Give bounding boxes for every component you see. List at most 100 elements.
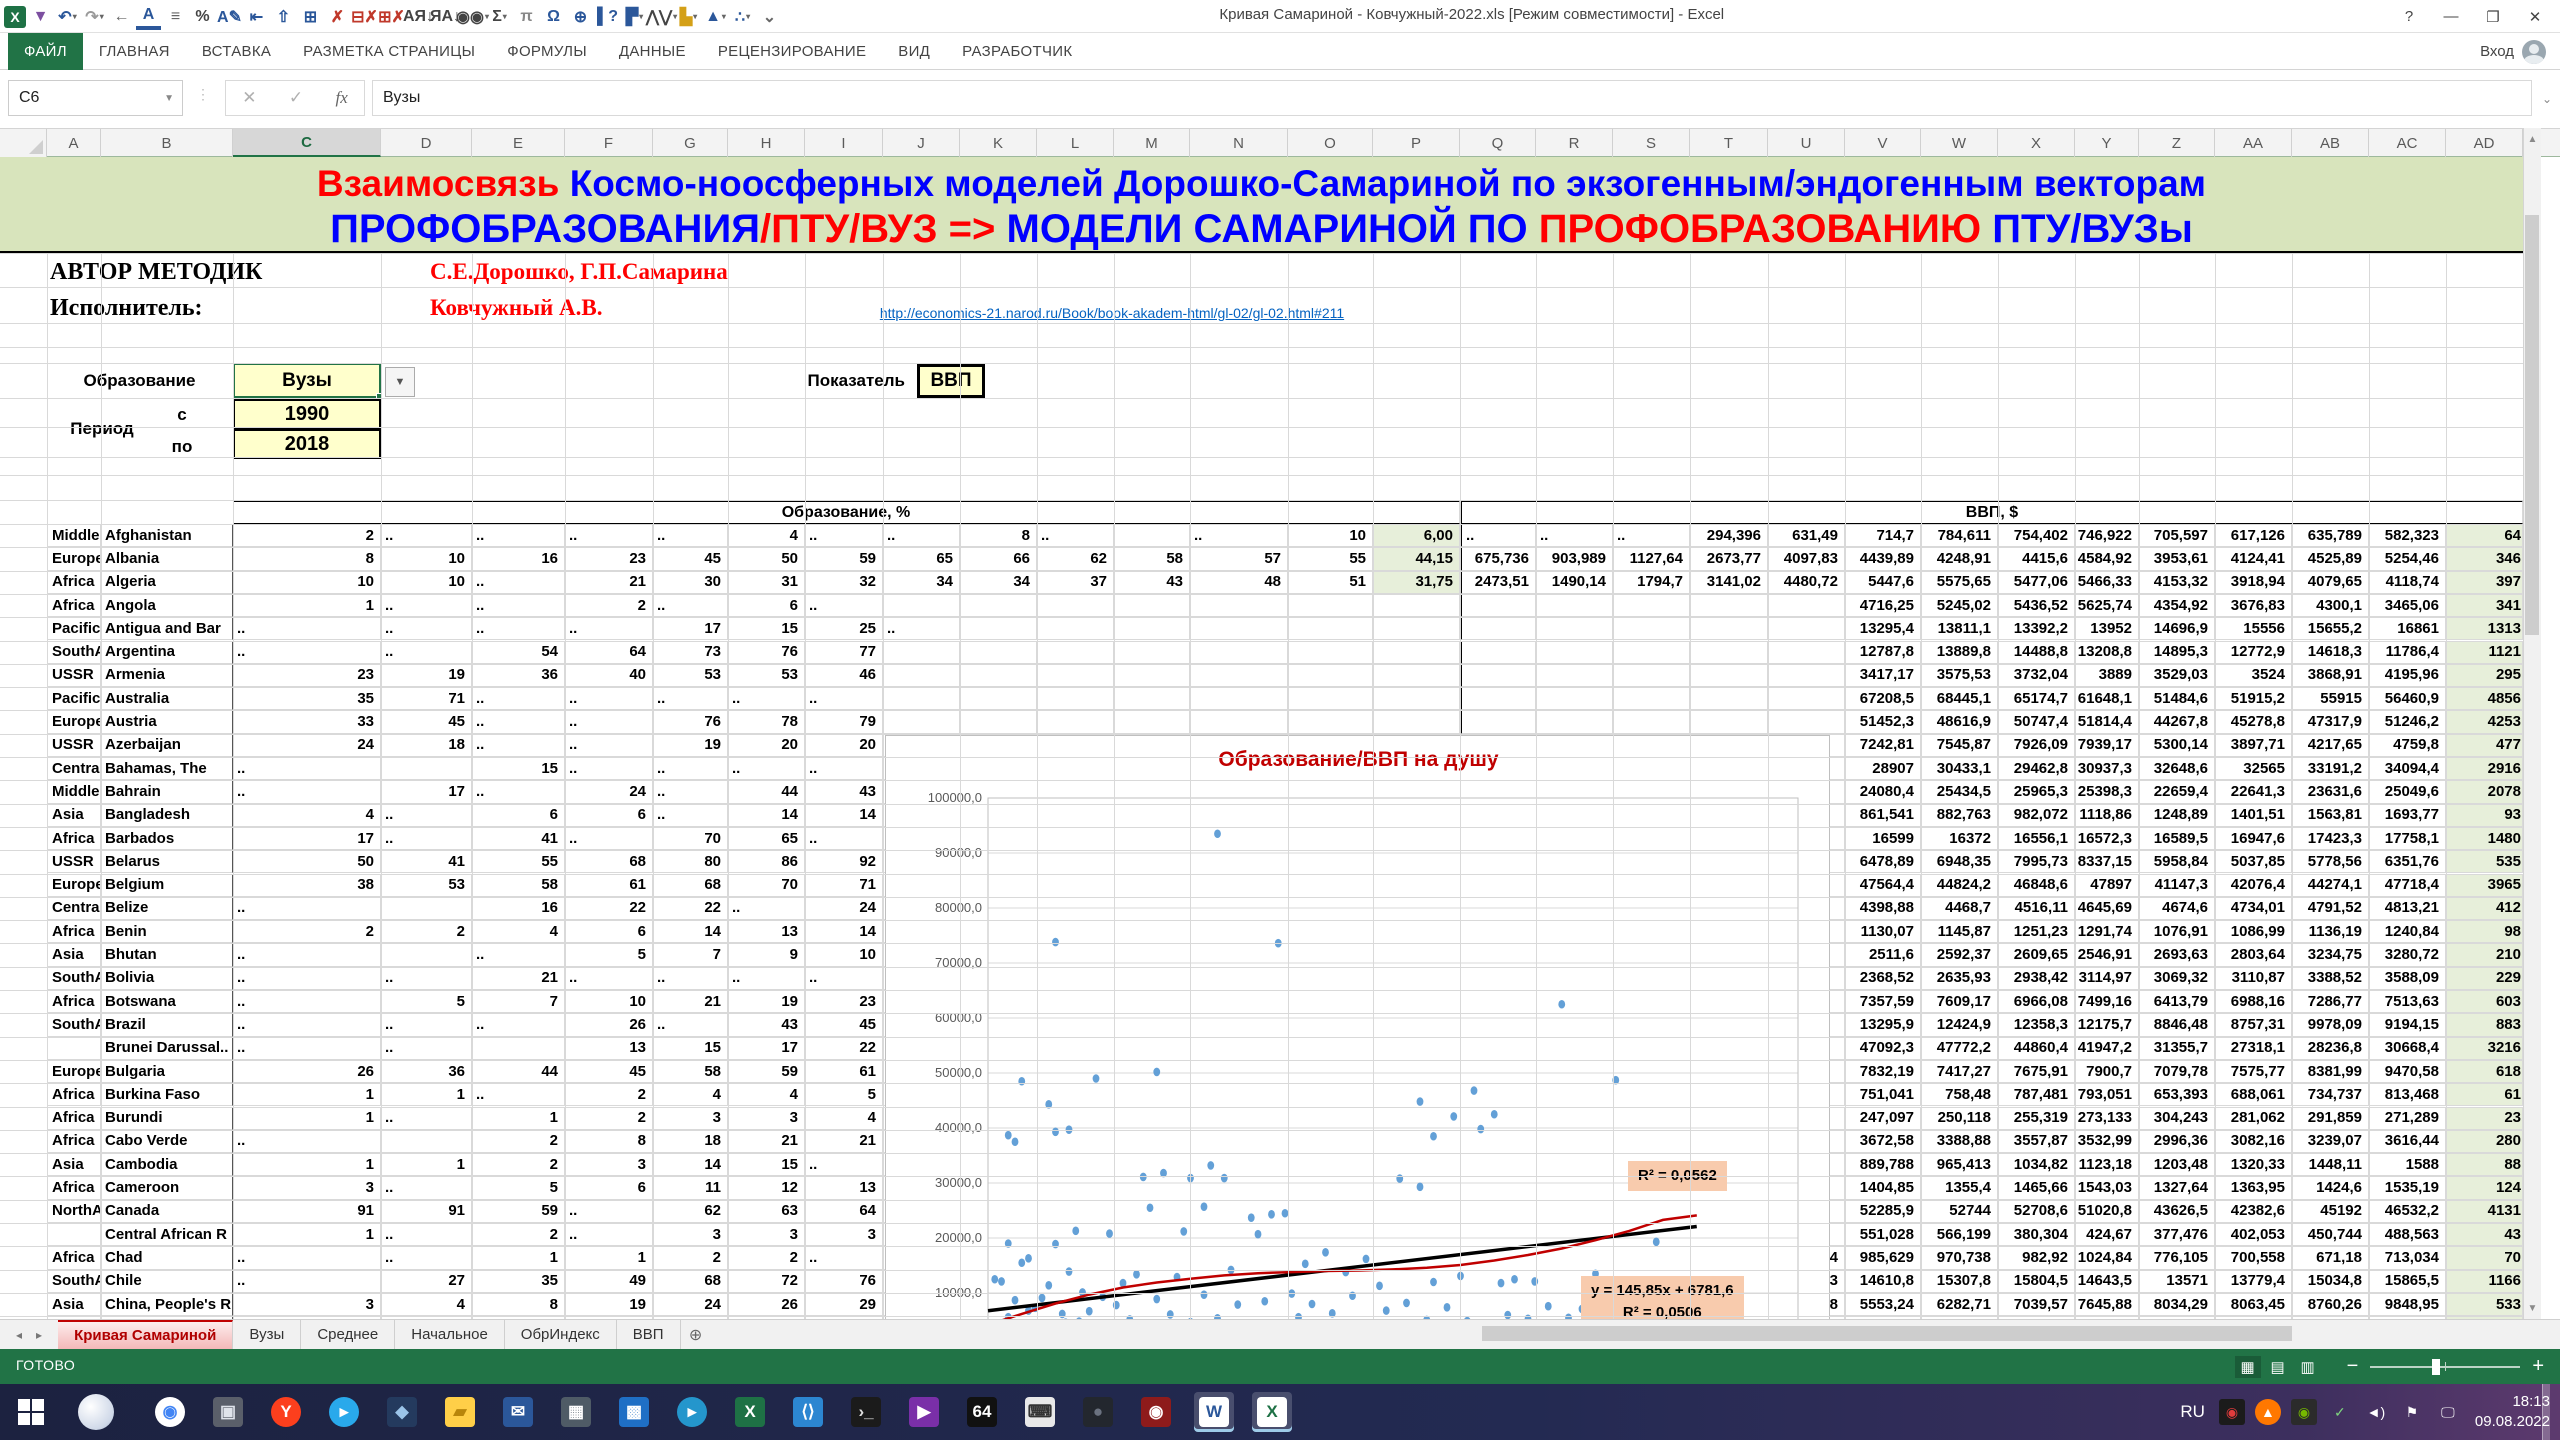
edu-cell[interactable]: 80 (653, 850, 728, 873)
edu-cell[interactable]: .. (1037, 524, 1114, 547)
edu-cell[interactable]: .. (381, 1107, 472, 1130)
ribbon-tab-ГЛАВНАЯ[interactable]: ГЛАВНАЯ (83, 33, 186, 70)
edu-cell[interactable]: .. (472, 1013, 565, 1036)
gdp-cell[interactable]: 13295,9 (1845, 1013, 1921, 1036)
gdp-cell[interactable]: 603 (2446, 990, 2523, 1013)
gdp-cell[interactable]: 1480 (2446, 827, 2523, 850)
gdp-cell[interactable]: 1240,84 (2369, 920, 2446, 943)
edu-cell[interactable] (1288, 664, 1373, 687)
region-cell[interactable] (47, 1223, 101, 1246)
gdp-cell[interactable]: 294,396 (1690, 524, 1768, 547)
gdp-cell[interactable]: 8337,15 (2075, 850, 2139, 873)
gdp-cell[interactable]: 1543,03 (2075, 1176, 2139, 1199)
gdp-cell[interactable]: 2592,37 (1921, 943, 1998, 966)
edu-cell[interactable]: 6 (728, 594, 805, 617)
gdp-cell[interactable]: 3557,87 (1998, 1130, 2075, 1153)
gdp-cell[interactable]: 9848,95 (2369, 1293, 2446, 1316)
country-cell[interactable]: Algeria (101, 571, 233, 594)
delete-cells-icon[interactable]: ✗ (325, 4, 350, 30)
edu-cell[interactable] (1190, 710, 1288, 733)
region-cell[interactable]: USSR (47, 734, 101, 757)
usb-device-icon[interactable]: ✓ (2327, 1399, 2353, 1425)
edu-cell[interactable]: 4 (381, 1293, 472, 1316)
horizontal-scrollbar[interactable] (1470, 1323, 2540, 1345)
edu-cell[interactable] (1114, 664, 1190, 687)
gdp-cell[interactable]: 41147,3 (2139, 874, 2215, 897)
country-cell[interactable]: Canada (101, 1200, 233, 1223)
gdp-cell[interactable]: 7545,87 (1921, 734, 1998, 757)
gdp-cell[interactable]: 4584,92 (2075, 547, 2139, 570)
app-dark-icon[interactable]: ◆ (382, 1392, 422, 1432)
gdp-cell[interactable]: 635,789 (2292, 524, 2369, 547)
gdp-cell[interactable]: 98 (2446, 920, 2523, 943)
view-pagebreak-icon[interactable]: ▥ (2295, 1356, 2321, 1378)
gdp-cell[interactable]: 51915,2 (2215, 687, 2292, 710)
edu-cell[interactable]: 3 (233, 1293, 381, 1316)
edu-cell[interactable] (381, 757, 472, 780)
region-cell[interactable]: Africa (47, 1176, 101, 1199)
gdp-cell[interactable]: 402,053 (2215, 1223, 2292, 1246)
gdp-cell[interactable] (1460, 641, 1536, 664)
gdp-cell[interactable]: 2635,93 (1921, 967, 1998, 990)
edu-cell[interactable]: .. (233, 1013, 381, 1036)
edu-cell[interactable]: 59 (472, 1200, 565, 1223)
gdp-cell[interactable]: 813,468 (2369, 1083, 2446, 1106)
gdp-cell[interactable]: 4716,25 (1845, 594, 1921, 617)
column-header-I[interactable]: I (805, 129, 883, 157)
gdp-cell[interactable] (1613, 687, 1690, 710)
gdp-cell[interactable]: 535 (2446, 850, 2523, 873)
gdp-cell[interactable]: 46532,2 (2369, 1200, 2446, 1223)
edu-cell[interactable] (1190, 687, 1288, 710)
region-cell[interactable]: Asia (47, 1153, 101, 1176)
gdp-cell[interactable] (1613, 594, 1690, 617)
gdp-cell[interactable]: 52744 (1921, 1200, 1998, 1223)
edu-cell[interactable] (1373, 710, 1460, 733)
gdp-cell[interactable]: 27318,1 (2215, 1037, 2292, 1060)
gdp-cell[interactable]: 64 (2446, 524, 2523, 547)
edu-cell[interactable]: .. (381, 967, 472, 990)
select-all-corner[interactable] (0, 129, 47, 157)
edu-cell[interactable] (1288, 641, 1373, 664)
gdp-cell[interactable] (1768, 687, 1845, 710)
gdp-cell[interactable] (1536, 594, 1613, 617)
edu-cell[interactable]: .. (472, 524, 565, 547)
gdp-cell[interactable]: 2938,42 (1998, 967, 2075, 990)
gdp-cell[interactable] (1768, 710, 1845, 733)
gdp-cell[interactable]: 51814,4 (2075, 710, 2139, 733)
gdp-cell[interactable] (1536, 664, 1613, 687)
gdp-cell[interactable]: 380,304 (1998, 1223, 2075, 1246)
photos-icon[interactable]: ▩ (614, 1392, 654, 1432)
edu-cell[interactable] (960, 641, 1037, 664)
gdp-cell[interactable]: 11786,4 (2369, 641, 2446, 664)
gdp-cell[interactable]: 51246,2 (2369, 710, 2446, 733)
edu-cell[interactable]: .. (472, 571, 565, 594)
country-cell[interactable]: Burkina Faso (101, 1083, 233, 1106)
gdp-cell[interactable]: 617,126 (2215, 524, 2292, 547)
gdp-cell[interactable]: 16947,6 (2215, 827, 2292, 850)
gdp-cell[interactable]: 4248,91 (1921, 547, 1998, 570)
edu-cell[interactable]: .. (728, 687, 805, 710)
region-cell[interactable]: Europe (47, 547, 101, 570)
gdp-cell[interactable]: 705,597 (2139, 524, 2215, 547)
gdp-cell[interactable] (1460, 664, 1536, 687)
gdp-cell[interactable]: 985,629 (1845, 1246, 1921, 1269)
column-header-K[interactable]: K (960, 129, 1037, 157)
edu-cell[interactable]: .. (233, 617, 381, 640)
column-header-AD[interactable]: AD (2446, 129, 2523, 157)
edu-cell[interactable] (1114, 641, 1190, 664)
country-cell[interactable]: Chad (101, 1246, 233, 1269)
column-header-T[interactable]: T (1690, 129, 1768, 157)
gdp-cell[interactable]: 346 (2446, 547, 2523, 570)
gdp-cell[interactable]: 42382,6 (2215, 1200, 2292, 1223)
edu-cell[interactable]: 17 (728, 1037, 805, 1060)
column-header-X[interactable]: X (1998, 129, 2075, 157)
ribbon-tab-РЕЦЕНЗИРОВАНИЕ[interactable]: РЕЦЕНЗИРОВАНИЕ (702, 33, 882, 70)
gdp-cell[interactable]: 3953,61 (2139, 547, 2215, 570)
gdp-cell[interactable]: 43626,5 (2139, 1200, 2215, 1223)
region-cell[interactable]: SouthAme (47, 641, 101, 664)
edu-cell[interactable]: .. (883, 524, 960, 547)
edu-cell[interactable]: 73 (653, 641, 728, 664)
gdp-cell[interactable]: 45192 (2292, 1200, 2369, 1223)
gdp-cell[interactable]: 8846,48 (2139, 1013, 2215, 1036)
edu-cell[interactable]: 3 (728, 1107, 805, 1130)
